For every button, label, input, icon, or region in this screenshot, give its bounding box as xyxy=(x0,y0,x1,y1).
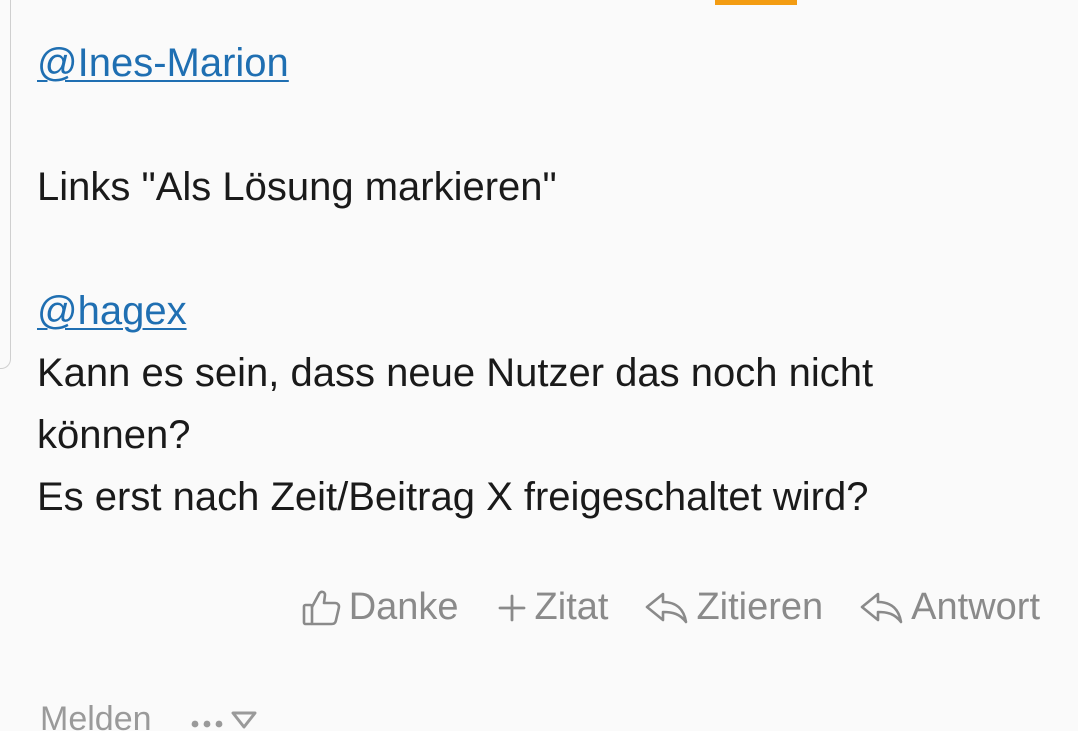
ellipsis-icon xyxy=(190,700,228,731)
post-text-line: Links "Als Lösung markieren" xyxy=(37,165,557,209)
reply-button[interactable]: Antwort xyxy=(859,586,1040,629)
post-text-line: Kann es sein, dass neue Nutzer das noch … xyxy=(37,351,874,395)
post-text-line: können? xyxy=(37,413,191,457)
chevron-down-icon xyxy=(230,700,258,731)
post-body: @Ines-Marion Links "Als Lösung markieren… xyxy=(37,32,1037,528)
quote-label: Zitieren xyxy=(696,586,824,628)
post-actions: Danke Zitat Zitieren Antwort xyxy=(301,586,1040,629)
post-text-line: Es erst nach Zeit/Beitrag X freigeschalt… xyxy=(37,475,869,519)
reply-arrow-icon xyxy=(859,590,905,626)
thanks-label: Danke xyxy=(348,586,459,628)
quote-button[interactable]: Zitieren xyxy=(644,586,823,629)
thumbs-up-icon xyxy=(301,588,343,628)
forum-post-view: @Ines-Marion Links "Als Lösung markieren… xyxy=(0,0,1078,731)
plus-icon xyxy=(495,591,529,625)
report-link[interactable]: Melden xyxy=(40,700,152,731)
thanks-button[interactable]: Danke xyxy=(301,586,459,629)
post-footer: Melden xyxy=(40,700,258,731)
mention-link-hagex[interactable]: @hagex xyxy=(37,280,1037,342)
reply-arrow-icon xyxy=(644,590,690,626)
active-tab-indicator xyxy=(715,0,797,5)
quote-border xyxy=(0,0,11,369)
reply-label: Antwort xyxy=(911,586,1040,628)
quote-plus-button[interactable]: Zitat xyxy=(495,586,609,629)
mention-link-ines-marion[interactable]: @Ines-Marion xyxy=(37,32,1037,94)
more-options-button[interactable] xyxy=(190,700,258,731)
quote-plus-label: Zitat xyxy=(534,586,609,628)
